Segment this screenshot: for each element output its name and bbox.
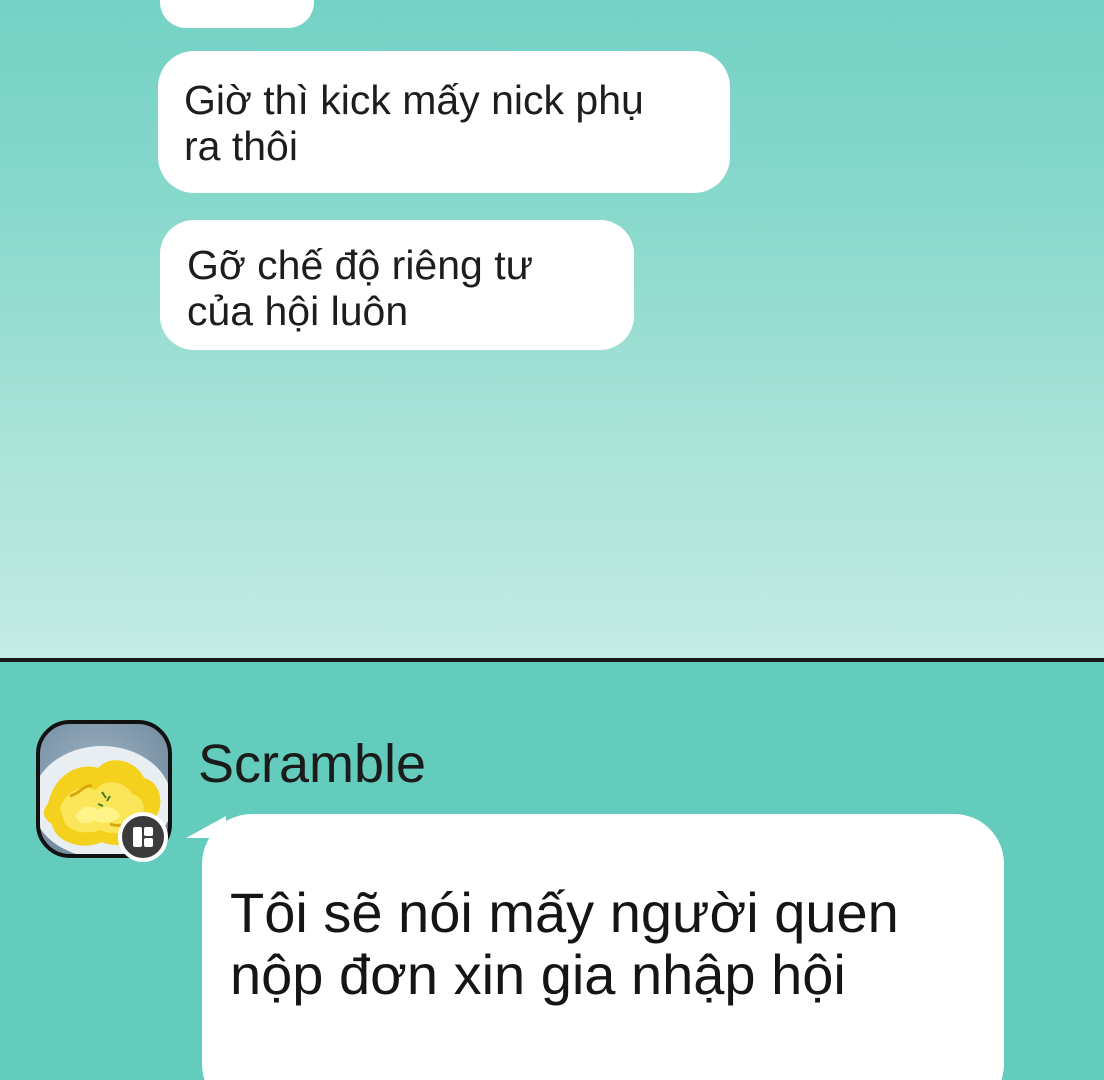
chat-panel-bottom: Scramble Tôi sẽ nói mấy người quen nộp đ… — [0, 662, 1104, 1080]
message-line: của hội luôn — [187, 288, 409, 334]
message-line: ra thôi — [184, 123, 298, 169]
chat-bubble[interactable]: Giờ thì kick mấy nick phụ ra thôi — [158, 51, 730, 193]
message-line: Tôi sẽ nói mấy người quen — [230, 881, 899, 944]
sender-name: Scramble — [198, 734, 427, 794]
message-line: nộp đơn xin gia nhập hội — [230, 943, 846, 1006]
chat-bubble-partial[interactable] — [160, 0, 314, 28]
message-line: Gỡ chế độ riêng tư — [187, 242, 534, 288]
chat-bubble[interactable]: Tôi sẽ nói mấy người quen nộp đơn xin gi… — [202, 814, 1004, 1080]
leader-badge-icon — [118, 812, 168, 862]
message-line: Giờ thì kick mấy nick phụ — [184, 77, 644, 123]
chat-bubble[interactable]: Gỡ chế độ riêng tư của hội luôn — [160, 220, 634, 350]
chat-panel-top: Giờ thì kick mấy nick phụ ra thôi Gỡ chế… — [0, 0, 1104, 658]
